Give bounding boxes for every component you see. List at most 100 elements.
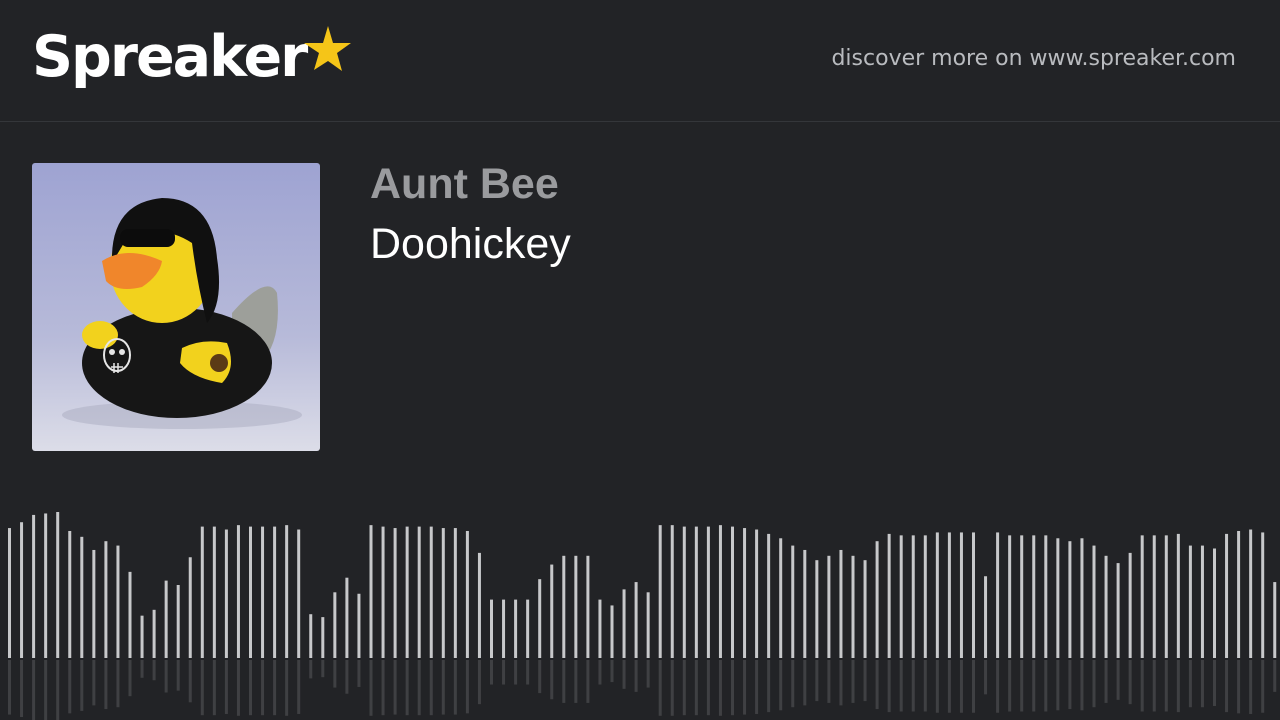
waveform-bar-reflection — [200, 660, 204, 716]
waveform-bar — [839, 549, 843, 658]
waveform-bar-reflection — [188, 660, 192, 703]
waveform-bar-reflection — [887, 660, 891, 713]
waveform-bar — [405, 526, 409, 658]
waveform-bar-reflection — [586, 660, 590, 703]
waveform-bar — [1032, 535, 1036, 658]
waveform-bar-reflection — [694, 660, 698, 716]
waveform-bar-reflection — [1213, 660, 1216, 706]
waveform-bar — [526, 599, 530, 658]
waveform-bar-reflection — [309, 660, 313, 679]
waveform-bar-reflection — [743, 660, 747, 715]
waveform-bar-reflection — [1020, 660, 1024, 712]
waveform-bar-reflection — [128, 660, 132, 697]
waveform-bar-reflection — [682, 660, 686, 716]
waveform-bar — [357, 593, 361, 658]
waveform-bar — [32, 514, 36, 658]
discover-more-link[interactable]: discover more on www.spreaker.com — [831, 46, 1236, 71]
audio-waveform[interactable] — [0, 500, 1280, 720]
waveform-bar — [815, 560, 819, 658]
waveform-bar — [333, 592, 337, 658]
waveform-bar — [550, 564, 554, 658]
waveform-bar-reflection — [526, 660, 530, 685]
waveform-bar — [947, 532, 951, 658]
waveform-bar-reflection — [441, 660, 445, 715]
waveform-bar — [658, 525, 662, 658]
waveform-bar — [345, 577, 349, 658]
waveform-bar — [309, 614, 313, 658]
waveform-bar — [1176, 533, 1180, 658]
waveform-bar — [321, 617, 325, 658]
waveform-bar-reflection — [236, 660, 240, 716]
waveform-bar-reflection — [369, 660, 373, 716]
waveform-bar-reflection — [815, 660, 819, 702]
waveform-bar-reflection — [718, 660, 722, 716]
waveform-bar-reflection — [357, 660, 361, 687]
waveform-bar — [381, 526, 385, 658]
waveform-bar — [1068, 541, 1072, 658]
waveform-bar-reflection — [959, 660, 963, 713]
waveform-bar-reflection — [803, 660, 807, 706]
waveform-bar — [538, 579, 542, 658]
waveform-bar-reflection — [996, 660, 1000, 713]
waveform-bar — [502, 599, 506, 658]
waveform-bar — [224, 529, 228, 658]
waveform-bar-reflection — [598, 660, 602, 685]
waveform-bar-reflection — [1056, 660, 1060, 711]
waveform-bar — [923, 535, 927, 658]
waveform-bar-reflection — [1128, 660, 1132, 705]
episode-title[interactable]: Doohickey — [370, 220, 571, 268]
waveform-bar-reflection — [1008, 660, 1012, 712]
waveform-bar — [20, 522, 24, 658]
waveform-bar-reflection — [1273, 660, 1277, 692]
waveform-bar — [477, 552, 481, 658]
waveform-bar-reflection — [1164, 660, 1168, 712]
waveform-bar — [1152, 535, 1156, 658]
waveform-bar — [694, 526, 698, 658]
waveform-bar — [188, 557, 192, 658]
waveform-bar — [152, 609, 156, 658]
waveform-bar-reflection — [224, 660, 228, 714]
waveform-bar — [393, 528, 397, 658]
waveform-bar — [887, 533, 891, 658]
waveform-bar — [875, 541, 879, 658]
waveform-bar-reflection — [875, 660, 879, 710]
waveform-bar — [1104, 555, 1108, 658]
waveform-bar — [1164, 535, 1168, 658]
waveform-bar-reflection — [1176, 660, 1180, 713]
waveform-bar — [718, 525, 722, 658]
waveform-bar-reflection — [176, 660, 180, 691]
star-icon — [304, 26, 352, 71]
waveform-bar-reflection — [779, 660, 783, 711]
waveform-bar-reflection — [791, 660, 795, 708]
waveform-bar-reflection — [44, 660, 48, 720]
waveform-bar-reflection — [285, 660, 289, 716]
waveform-bar — [273, 526, 277, 658]
waveform-bar — [646, 592, 650, 658]
waveform-bar-reflection — [381, 660, 385, 716]
waveform-bar-reflection — [1068, 660, 1072, 710]
waveform-bar-reflection — [574, 660, 578, 703]
waveform-bar — [285, 525, 289, 658]
waveform-bar — [1116, 563, 1120, 658]
waveform-bar — [899, 535, 903, 658]
waveform-bar-reflection — [116, 660, 120, 708]
waveform-bar — [56, 512, 60, 658]
waveform-bar-reflection — [8, 660, 11, 715]
waveform-bar-reflection — [935, 660, 939, 713]
waveform-bar-reflection — [465, 660, 469, 714]
waveform-bar — [249, 526, 252, 658]
waveform-bar — [44, 513, 48, 658]
waveform-bar-reflection — [1152, 660, 1156, 712]
waveform-bar-reflection — [514, 660, 518, 685]
waveform-bar — [261, 526, 265, 658]
show-title[interactable]: Aunt Bee — [370, 160, 559, 208]
waveform-bar — [586, 555, 590, 658]
spreaker-logo[interactable]: Spreaker — [32, 24, 352, 90]
waveform-bar-reflection — [658, 660, 662, 716]
waveform-bar — [1188, 545, 1192, 658]
waveform-bar-reflection — [634, 660, 638, 692]
waveform-bar — [598, 599, 602, 658]
waveform-bar — [1008, 535, 1012, 658]
waveform-bar-reflection — [827, 660, 831, 703]
waveform-bar-reflection — [538, 660, 542, 694]
